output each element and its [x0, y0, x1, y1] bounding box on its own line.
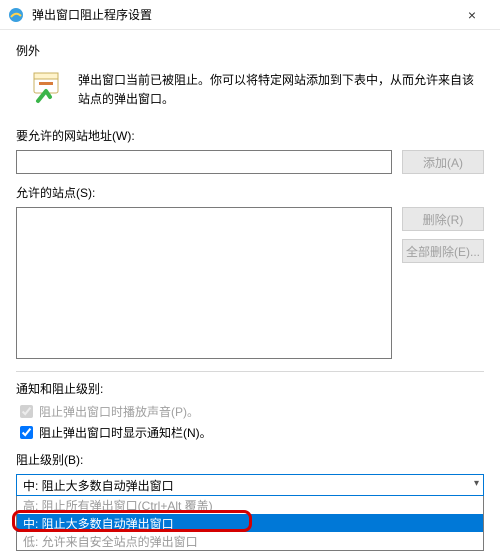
block-level-option-medium[interactable]: 中: 阻止大多数自动弹出窗口: [17, 514, 483, 532]
remove-button[interactable]: 删除(R): [402, 207, 484, 231]
info-icon: [32, 71, 66, 105]
play-sound-checkbox[interactable]: [20, 405, 33, 418]
app-icon: [8, 7, 24, 23]
window-title: 弹出窗口阻止程序设置: [32, 6, 452, 23]
notify-heading: 通知和阻止级别:: [16, 380, 484, 397]
dialog-content: 例外 弹出窗口当前已被阻止。你可以将特定网站添加到下表中，从而允许来自该站点的弹…: [0, 30, 500, 551]
block-level-option-high[interactable]: 高: 阻止所有弹出窗口(Ctrl+Alt 覆盖): [17, 496, 483, 514]
block-level-option-low[interactable]: 低: 允许来自安全站点的弹出窗口: [17, 532, 483, 550]
block-level-combo[interactable]: 中: 阻止大多数自动弹出窗口 ▾ 高: 阻止所有弹出窗口(Ctrl+Alt 覆盖…: [16, 474, 484, 551]
show-notifbar-label: 阻止弹出窗口时显示通知栏(N)。: [39, 424, 212, 441]
remove-all-button[interactable]: 全部删除(E)...: [402, 239, 484, 263]
sites-label: 允许的站点(S):: [16, 184, 484, 201]
chevron-down-icon: ▾: [474, 478, 479, 489]
exceptions-heading: 例外: [16, 42, 484, 59]
title-bar: 弹出窗口阻止程序设置 ×: [0, 0, 500, 30]
block-level-label: 阻止级别(B):: [16, 451, 484, 468]
add-button[interactable]: 添加(A): [402, 150, 484, 174]
play-sound-label: 阻止弹出窗口时播放声音(P)。: [39, 403, 199, 420]
info-text: 弹出窗口当前已被阻止。你可以将特定网站添加到下表中，从而允许来自该站点的弹出窗口…: [78, 71, 480, 109]
close-button[interactable]: ×: [452, 7, 492, 23]
show-notifbar-checkbox-row[interactable]: 阻止弹出窗口时显示通知栏(N)。: [20, 424, 484, 441]
info-row: 弹出窗口当前已被阻止。你可以将特定网站添加到下表中，从而允许来自该站点的弹出窗口…: [16, 65, 484, 123]
block-level-selected[interactable]: 中: 阻止大多数自动弹出窗口 ▾: [16, 474, 484, 496]
block-level-dropdown[interactable]: 高: 阻止所有弹出窗口(Ctrl+Alt 覆盖) 中: 阻止大多数自动弹出窗口 …: [16, 496, 484, 551]
play-sound-checkbox-row[interactable]: 阻止弹出窗口时播放声音(P)。: [20, 403, 484, 420]
show-notifbar-checkbox[interactable]: [20, 426, 33, 439]
section-divider: [16, 371, 484, 372]
address-label: 要允许的网站地址(W):: [16, 127, 484, 144]
allowed-sites-list[interactable]: [16, 207, 392, 359]
address-input[interactable]: [16, 150, 392, 174]
block-level-selected-text: 中: 阻止大多数自动弹出窗口: [23, 477, 174, 494]
